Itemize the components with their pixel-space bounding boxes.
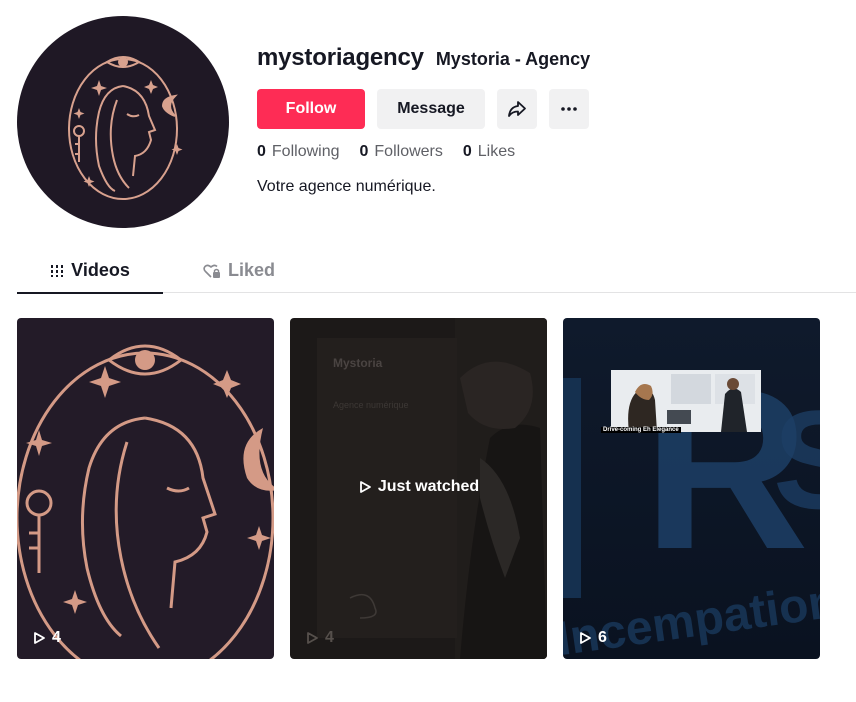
share-button[interactable]	[497, 89, 537, 129]
just-watched-label: Just watched	[377, 478, 480, 495]
view-count-value: 4	[52, 629, 61, 646]
video-thumbnail	[17, 318, 274, 659]
view-count-value: 4	[325, 629, 334, 646]
tab-videos[interactable]: Videos	[17, 248, 163, 294]
stat-value: 0	[462, 143, 472, 160]
message-button[interactable]: Message	[377, 89, 485, 129]
embedded-video-caption: Drive-coming Eh Elegance	[601, 427, 681, 433]
video-grid: 4 Mystoria Agence numérique Just watched…	[17, 318, 820, 659]
view-count: 4	[32, 629, 61, 647]
share-icon	[508, 101, 526, 117]
stat-label: Likes	[477, 143, 516, 160]
stat-label: Followers	[374, 143, 443, 160]
stat-value: 0	[257, 143, 266, 160]
active-tab-underline	[17, 292, 163, 294]
tab-label: Liked	[227, 260, 275, 280]
view-count: 6	[578, 629, 607, 647]
view-count-value: 6	[598, 629, 607, 646]
play-icon	[580, 632, 591, 644]
play-icon	[307, 632, 318, 644]
video-subbrand-text: Agence numérique	[333, 400, 409, 410]
name-row: mystoriagency Mystoria - Agency	[257, 44, 837, 78]
view-count: 4	[305, 629, 334, 647]
username: mystoriagency	[257, 44, 424, 71]
more-icon	[561, 107, 577, 111]
profile-stats: 0 Following 0 Followers 0 Likes	[257, 143, 515, 161]
video-card[interactable]: 4	[17, 318, 274, 659]
follow-button[interactable]: Follow	[257, 89, 365, 129]
just-watched-overlay: Just watched	[290, 478, 547, 496]
nickname: Mystoria - Agency	[435, 49, 591, 69]
stat-likes: 0 Likes	[463, 143, 515, 161]
embedded-video-preview	[611, 370, 761, 432]
grid-icon	[51, 264, 64, 277]
heart-lock-icon	[203, 264, 220, 278]
video-card[interactable]: Mystoria Agence numérique Just watched 4	[290, 318, 547, 659]
office-scene-image	[611, 370, 761, 432]
play-icon	[359, 481, 371, 493]
tab-liked[interactable]: Liked	[189, 248, 289, 293]
video-brand-text: Mystoria	[333, 356, 383, 370]
mystic-woman-logo-icon	[68, 56, 183, 200]
stat-following[interactable]: 0 Following	[257, 143, 340, 161]
stat-label: Following	[271, 143, 340, 160]
action-buttons: Follow Message	[257, 89, 589, 129]
video-card[interactable]: R S Incempation Drive-coming Eh Elegance…	[563, 318, 820, 659]
more-button[interactable]	[549, 89, 589, 129]
profile-tabs: Videos Liked	[17, 248, 856, 294]
stat-value: 0	[359, 143, 369, 160]
profile-info: mystoriagency Mystoria - Agency	[257, 44, 837, 78]
stat-followers[interactable]: 0 Followers	[360, 143, 443, 161]
tab-label: Videos	[71, 260, 130, 280]
profile-avatar[interactable]	[17, 16, 229, 228]
svg-text:S: S	[773, 381, 820, 538]
profile-bio: Votre agence numérique.	[257, 178, 436, 195]
play-icon	[34, 632, 45, 644]
